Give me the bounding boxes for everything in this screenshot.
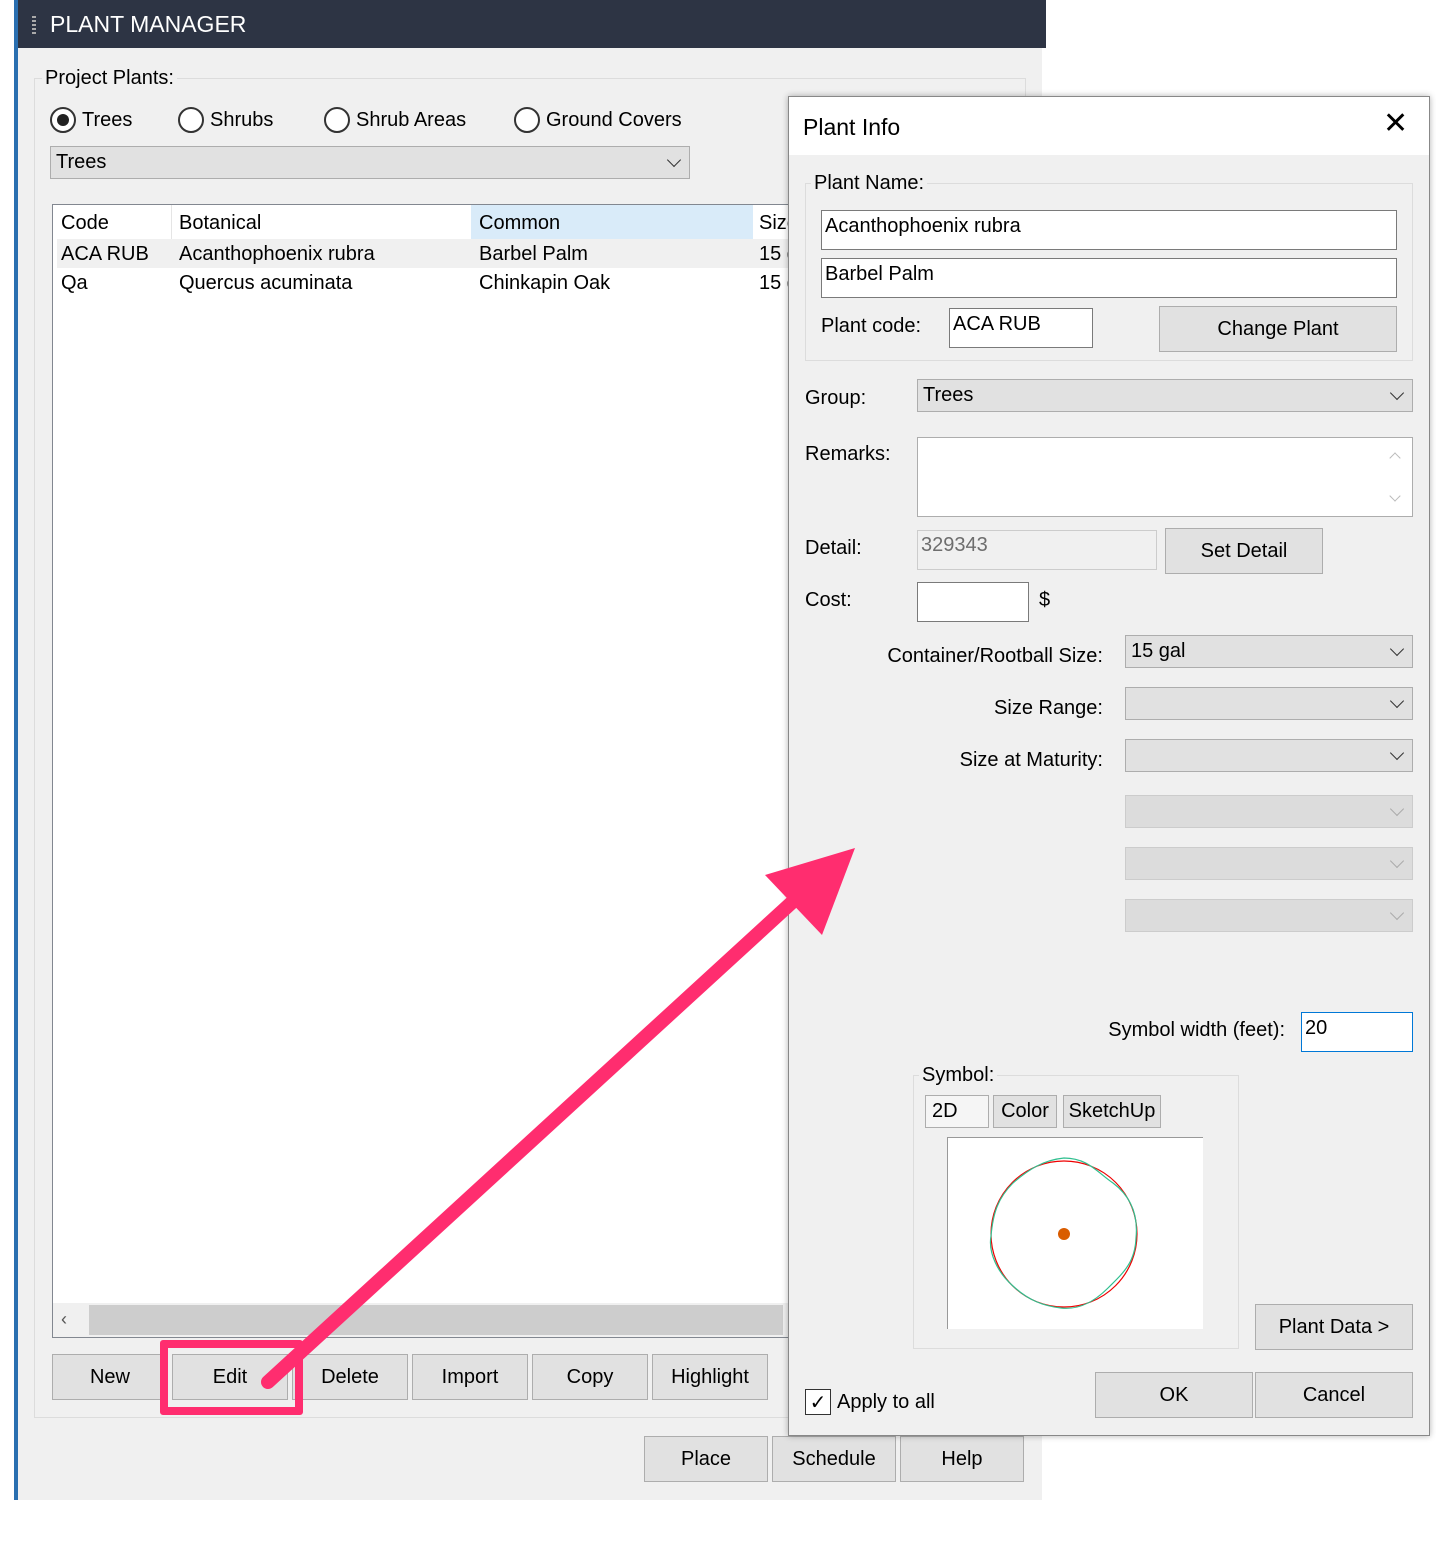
annotation-arrow-icon: [261, 848, 855, 1389]
